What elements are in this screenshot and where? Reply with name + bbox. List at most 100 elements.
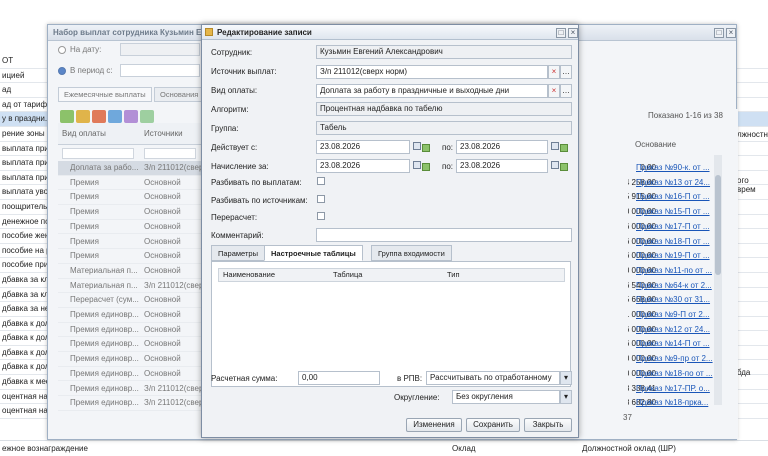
close-icon[interactable]: × bbox=[726, 28, 736, 38]
tab-basis[interactable]: Основания bbox=[154, 87, 205, 102]
changes-button[interactable]: Изменения bbox=[406, 418, 462, 432]
source-label: Источник выплат: bbox=[211, 67, 277, 76]
dialog-tabs: Параметры Настроечные таблицы Группа вхо… bbox=[211, 245, 571, 261]
on-date-label: На дату: bbox=[70, 45, 102, 54]
accrual-from-today-icon[interactable] bbox=[422, 163, 430, 171]
group-field[interactable]: Табель bbox=[316, 121, 572, 135]
save-button[interactable]: Сохранить bbox=[466, 418, 520, 432]
dialog-close-icon[interactable]: × bbox=[568, 28, 578, 38]
accrual-to-calendar-icon[interactable] bbox=[551, 161, 559, 169]
row-basis-link[interactable]: Приказ №17-П от ... bbox=[636, 220, 710, 235]
algorithm-field[interactable]: Процентная надбавка по табелю bbox=[316, 102, 572, 116]
dialog-maximize-icon[interactable]: □ bbox=[556, 28, 566, 38]
source-field[interactable]: З/п 211012(сверх норм) bbox=[316, 65, 548, 79]
bg-right-text-2: ого врем bbox=[737, 176, 756, 194]
valid-from-calendar-icon[interactable] bbox=[413, 142, 421, 150]
valid-to-today-icon[interactable] bbox=[560, 144, 568, 152]
col-table: Таблица bbox=[333, 270, 363, 279]
copy-icon[interactable] bbox=[108, 110, 122, 123]
split-payments-checkbox[interactable] bbox=[317, 177, 325, 185]
row-source: Основной bbox=[144, 295, 181, 305]
bottom-row-col2: Оклад bbox=[452, 444, 476, 453]
valid-from-input[interactable]: 23.08.2026 bbox=[316, 140, 410, 154]
filter-pay-type[interactable] bbox=[62, 148, 134, 159]
row-basis-link[interactable]: Приказ №14-П от ... bbox=[636, 337, 710, 352]
valid-to-input[interactable]: 23.08.2026 bbox=[456, 140, 548, 154]
row-source: Основной bbox=[144, 368, 181, 378]
recalc-label: Перерасчет: bbox=[211, 213, 258, 222]
source-select-button[interactable]: … bbox=[560, 65, 572, 79]
tab-group-membership[interactable]: Группа входимости bbox=[371, 245, 452, 261]
row-basis-link[interactable]: Приказ №19-П от ... bbox=[636, 249, 710, 264]
on-date-input[interactable] bbox=[120, 43, 200, 56]
row-basis-link[interactable]: Приказ №12 от 24... bbox=[636, 323, 710, 338]
row-basis-link[interactable]: Приказ №16-П от ... bbox=[636, 190, 710, 205]
paytype-field[interactable]: Доплата за работу в праздничные и выходн… bbox=[316, 84, 548, 98]
rounding-dropdown-icon[interactable]: ▾ bbox=[560, 390, 572, 404]
row-source: Основной bbox=[144, 265, 181, 275]
row-source: З/п 211012(свер bbox=[144, 383, 204, 393]
algorithm-label: Алгоритм: bbox=[211, 105, 249, 114]
maximize-icon[interactable]: □ bbox=[714, 28, 724, 38]
row-basis-link[interactable]: Приказ №64-к от 2... bbox=[636, 279, 712, 294]
row-basis-link[interactable]: Приказ №17-ПР. о... bbox=[636, 382, 710, 397]
row-pay-type: Премия единовр... bbox=[70, 310, 139, 319]
row-basis-link[interactable]: Приказ №15-П от ... bbox=[636, 205, 710, 220]
row-source: Основной bbox=[144, 339, 181, 349]
row-source: Основной bbox=[144, 251, 181, 261]
rpv-dropdown-icon[interactable]: ▾ bbox=[560, 371, 572, 385]
row-basis-link[interactable]: Приказ №90-к. от ... bbox=[636, 161, 710, 176]
dialog-icon bbox=[205, 28, 213, 36]
filter-source[interactable] bbox=[144, 148, 196, 159]
dialog-title: Редактирование записи bbox=[202, 25, 578, 40]
valid-from-label: Действует с: bbox=[211, 143, 258, 152]
row-source: З/п 211012(свер bbox=[144, 398, 204, 408]
row-basis-link[interactable]: Приказ №9-П от 2... bbox=[636, 308, 710, 323]
valid-from-today-icon[interactable] bbox=[422, 144, 430, 152]
tab-parameters[interactable]: Параметры bbox=[211, 245, 265, 261]
delete-icon[interactable] bbox=[92, 110, 106, 123]
row-pay-type: Доплата за рабо... bbox=[70, 163, 139, 172]
employee-field[interactable]: Кузьмин Евгений Александрович bbox=[316, 45, 572, 59]
tab-monthly-payments[interactable]: Ежемесячные выплаты bbox=[58, 87, 152, 102]
accrual-to-today-icon[interactable] bbox=[560, 163, 568, 171]
close-button[interactable]: Закрыть bbox=[524, 418, 572, 432]
row-basis-link[interactable]: Приказ №9-пр от 2... bbox=[636, 352, 713, 367]
tab-settings-tables[interactable]: Настроечные таблицы bbox=[264, 245, 363, 261]
accrual-from-calendar-icon[interactable] bbox=[413, 161, 421, 169]
rounding-select[interactable]: Без округления bbox=[452, 390, 560, 404]
add-icon[interactable] bbox=[60, 110, 74, 123]
row-basis-link[interactable]: Приказ №11-по от ... bbox=[636, 264, 712, 279]
comment-input[interactable] bbox=[316, 228, 572, 242]
recalc-checkbox[interactable] bbox=[317, 212, 325, 220]
paytype-select-button[interactable]: … bbox=[560, 84, 572, 98]
edit-icon[interactable] bbox=[76, 110, 90, 123]
row-basis-link[interactable]: Приказ №18-прка... bbox=[636, 396, 708, 411]
on-date-radio[interactable] bbox=[58, 46, 66, 54]
bottom-row-name: ежное вознаграждение bbox=[2, 444, 88, 453]
row-pay-type: Премия bbox=[70, 207, 99, 217]
export-icon[interactable] bbox=[140, 110, 154, 123]
row-basis-link[interactable]: Приказ №13 от 24... bbox=[636, 176, 710, 191]
row-basis-link[interactable]: Приказ №18-П от ... bbox=[636, 235, 710, 250]
period-label: В период с: bbox=[70, 66, 113, 75]
period-from-input[interactable] bbox=[120, 64, 200, 77]
edit-record-dialog: Редактирование записи □ × Сотрудник: Куз… bbox=[201, 24, 579, 438]
accrual-to-input[interactable]: 23.08.2026 bbox=[456, 159, 548, 173]
row-basis-link[interactable]: Приказ №18-по от ... bbox=[636, 367, 713, 382]
refresh-icon[interactable] bbox=[124, 110, 138, 123]
row-pay-type: Перерасчет (сум... bbox=[70, 295, 139, 305]
row-pay-type: Премия bbox=[70, 192, 99, 202]
rpv-select[interactable]: Рассчитывать по отработанному bbox=[426, 371, 560, 385]
settings-tables-panel: Наименование Таблица Тип bbox=[211, 261, 571, 387]
row-basis-link[interactable]: Приказ №30 от 31... bbox=[636, 293, 710, 308]
valid-to-calendar-icon[interactable] bbox=[551, 142, 559, 150]
source-clear-icon[interactable]: × bbox=[548, 65, 560, 79]
accrual-from-input[interactable]: 23.08.2026 bbox=[316, 159, 410, 173]
scrollbar[interactable] bbox=[714, 155, 722, 405]
period-radio[interactable] bbox=[58, 67, 66, 75]
split-sources-checkbox[interactable] bbox=[317, 195, 325, 203]
paytype-clear-icon[interactable]: × bbox=[548, 84, 560, 98]
calc-sum-input[interactable]: 0,00 bbox=[298, 371, 380, 385]
row-pay-type: Премия bbox=[70, 177, 99, 187]
